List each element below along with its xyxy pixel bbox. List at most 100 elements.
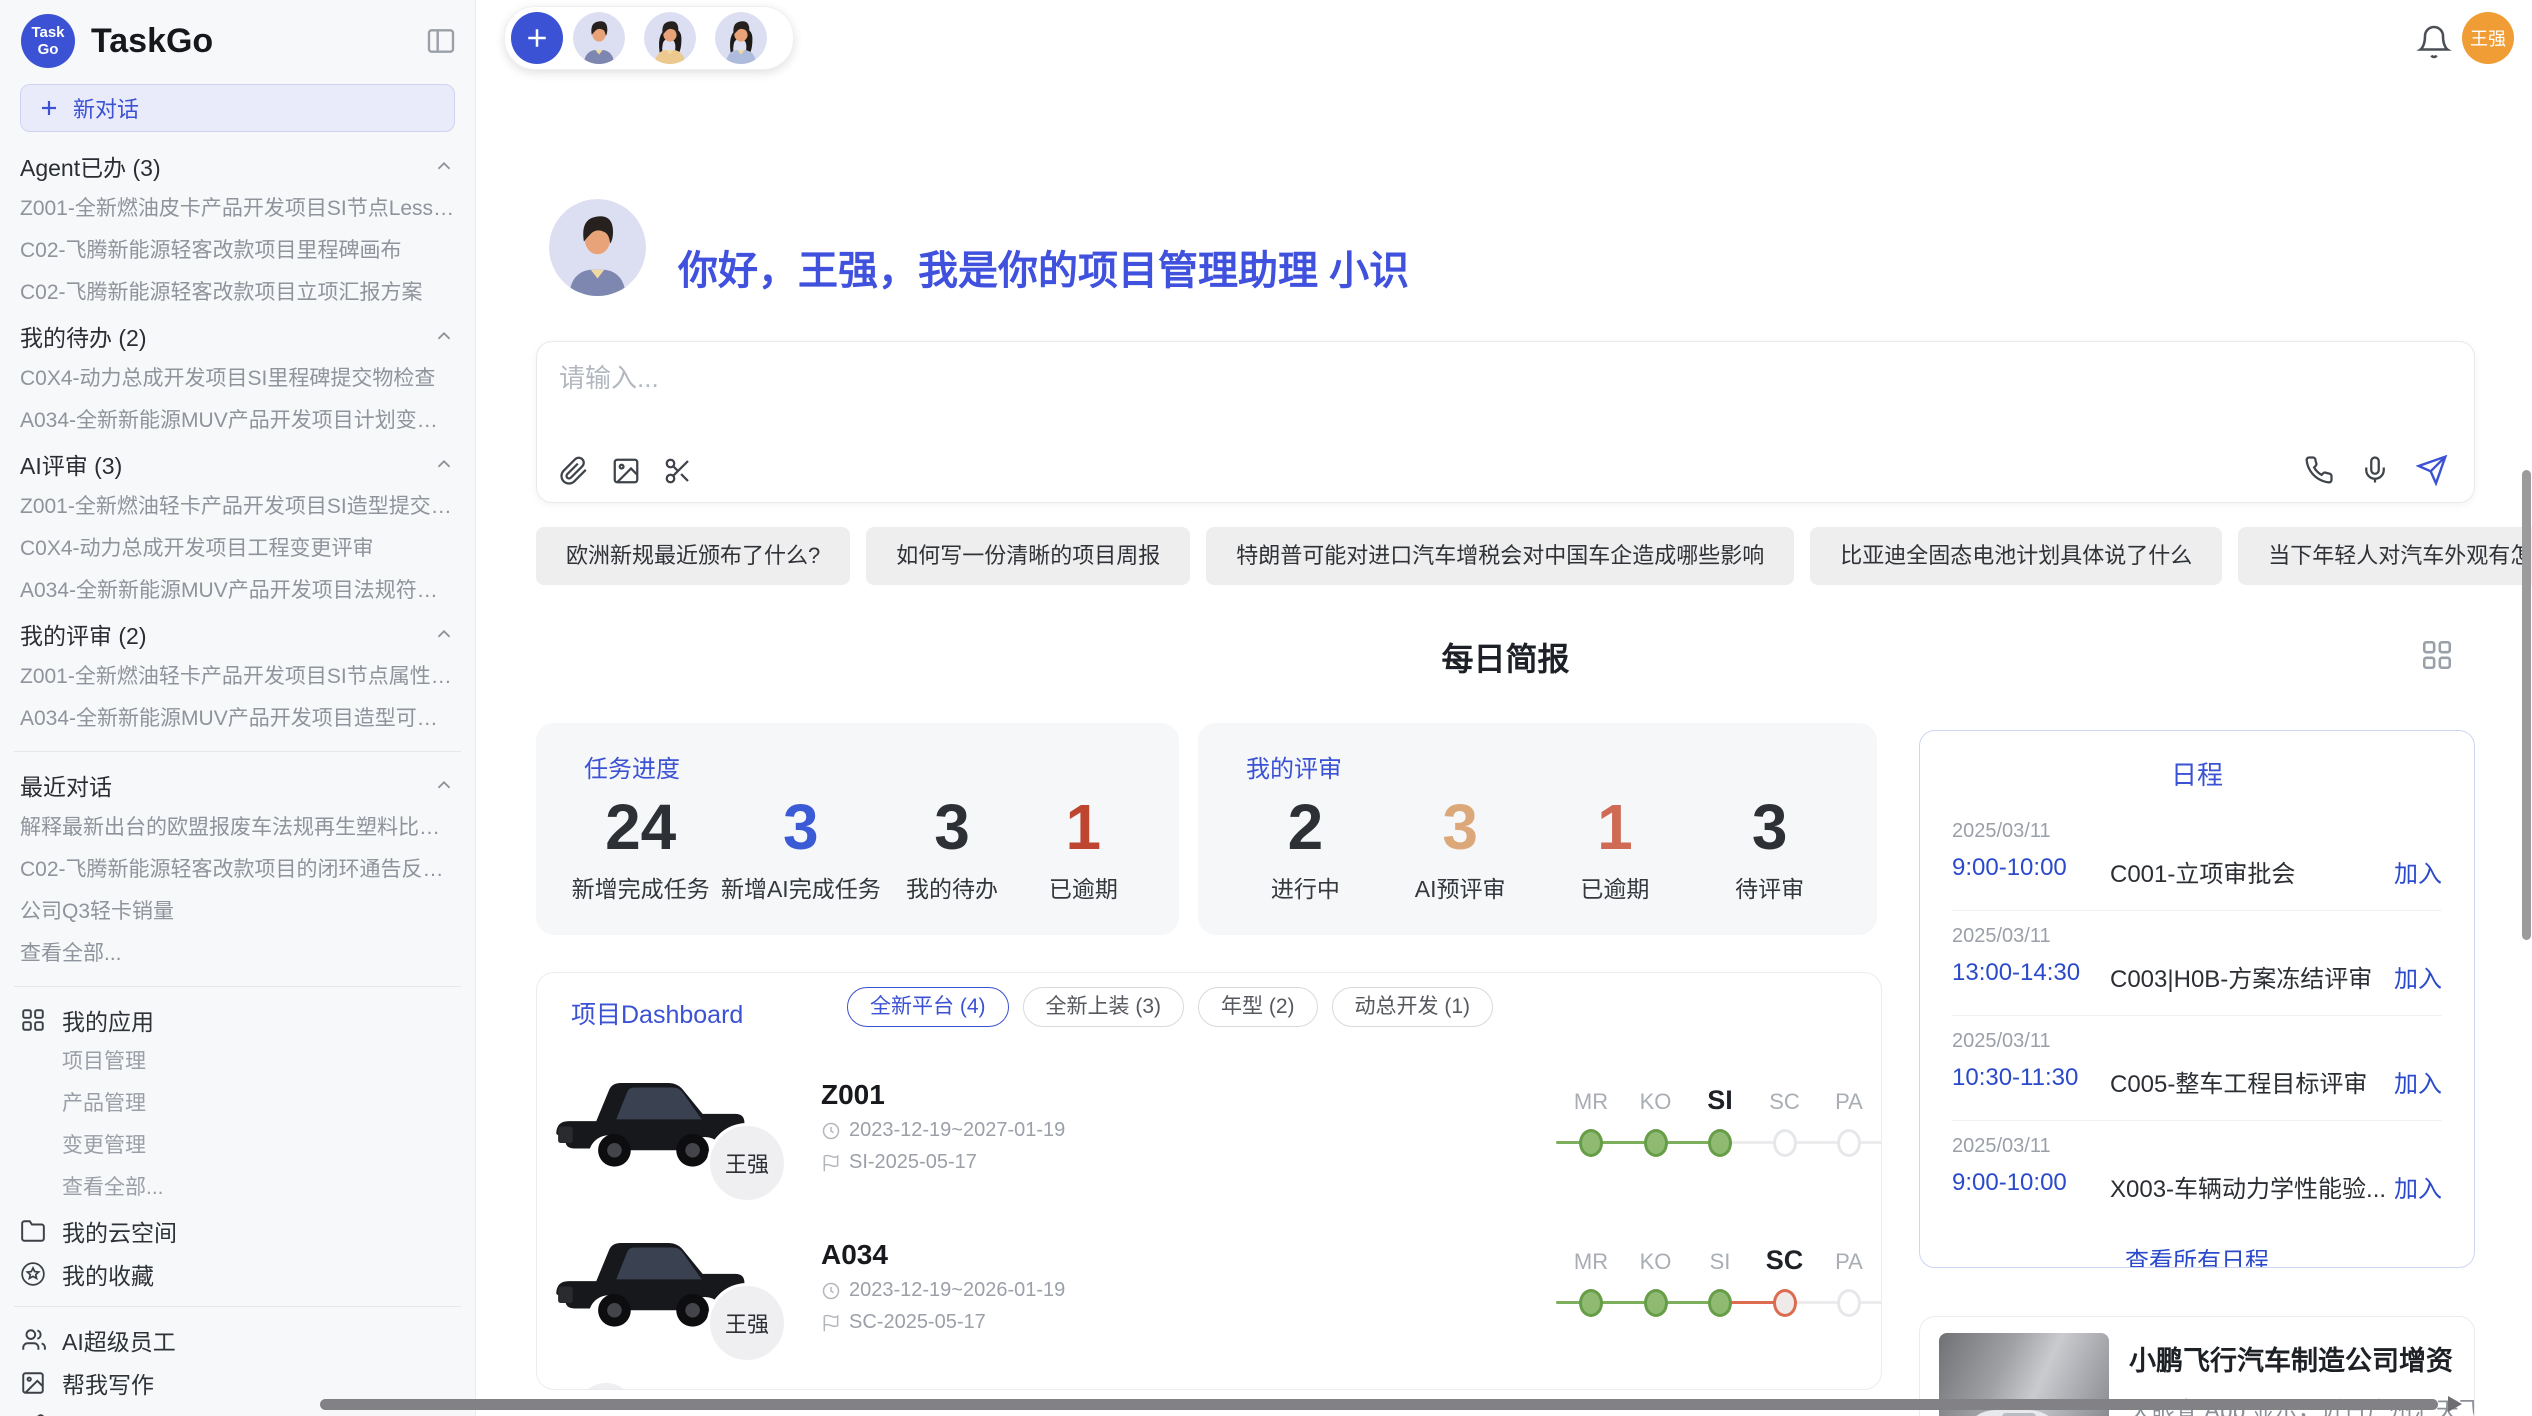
sidebar-item-label: 我的云空间 bbox=[62, 1214, 177, 1248]
sidebar-task-item[interactable]: C02-飞腾新能源轻客改款项目立项汇报方案 bbox=[20, 272, 455, 314]
sidebar-task-item[interactable]: C0X4-动力总成开发项目SI里程碑提交物检查 bbox=[20, 358, 455, 400]
recent-chat-item[interactable]: 解释最新出台的欧盟报废车法规再生塑料比例被调至15%... bbox=[20, 807, 455, 849]
section-title: 我的待办 (2) bbox=[20, 319, 147, 353]
join-meeting-link[interactable]: 加入 bbox=[2394, 854, 2442, 889]
logo-text-top: Task bbox=[31, 24, 64, 41]
horizontal-scrollbar[interactable] bbox=[320, 1399, 2438, 1410]
sidebar-section-header-recent[interactable]: 最近对话 bbox=[20, 763, 455, 807]
sidebar-section-header-0[interactable]: Agent已办 (3) bbox=[20, 144, 455, 188]
agent-avatar-1[interactable] bbox=[573, 12, 625, 64]
dashboard-tab-2[interactable]: 年型 (2) bbox=[1198, 987, 1318, 1027]
stat-进行中: 2进行中 bbox=[1245, 790, 1365, 904]
agent-avatar-3[interactable] bbox=[715, 12, 767, 64]
join-meeting-link[interactable]: 加入 bbox=[2394, 1064, 2442, 1099]
collapse-sidebar-icon[interactable] bbox=[425, 25, 457, 57]
layout-grid-icon[interactable] bbox=[2420, 638, 2454, 672]
milestone-label-PR: PR bbox=[1869, 1249, 1883, 1275]
sidebar-task-item[interactable]: A034-全新新能源MUV产品开发项目计划变更表编写 bbox=[20, 400, 455, 442]
sidebar-task-item[interactable]: A034-全新新能源MUV产品开发项目法规符合性评审 bbox=[20, 570, 455, 612]
notification-bell-icon[interactable] bbox=[2416, 24, 2452, 60]
stat-value: 1 bbox=[1555, 790, 1675, 864]
milestone-node-PA[interactable] bbox=[1837, 1129, 1861, 1157]
project-row-Z001: 王强Z0012023-12-19~2027-01-19SI-2025-05-17… bbox=[549, 1053, 1869, 1209]
suggestion-chip[interactable]: 欧洲新规最近颁布了什么? bbox=[536, 527, 850, 585]
suggestion-chip[interactable]: 特朗普可能对进口汽车增税会对中国车企造成哪些影响 bbox=[1206, 527, 1794, 585]
user-avatar[interactable]: 王强 bbox=[2462, 12, 2514, 64]
sidebar-item-cloud-folder[interactable]: 我的云空间 bbox=[20, 1209, 455, 1252]
suggestion-chip[interactable]: 比亚迪全固态电池计划具体说了什么 bbox=[1810, 527, 2222, 585]
milestone-node-SC[interactable] bbox=[1773, 1129, 1797, 1157]
agent-avatar-2[interactable] bbox=[644, 12, 696, 64]
chevron-up-icon bbox=[433, 453, 455, 475]
sidebar-item-star-badge[interactable]: 我的收藏 bbox=[20, 1252, 455, 1295]
section-title: 我的评审 (2) bbox=[20, 617, 147, 651]
microphone-icon[interactable] bbox=[2360, 455, 2390, 485]
app-shortcut-item[interactable]: 项目管理 bbox=[20, 1041, 455, 1083]
sidebar-section-header-1[interactable]: 我的待办 (2) bbox=[20, 314, 455, 358]
sidebar-item-label: 我的收藏 bbox=[62, 1257, 154, 1291]
sidebar-task-item[interactable]: Z001-全新燃油轻卡产品开发项目SI节点属性5D文件评审 bbox=[20, 656, 455, 698]
sidebar-task-item[interactable]: Z001-全新燃油轻卡产品开发项目SI造型提交物评审 bbox=[20, 486, 455, 528]
dashboard-tab-3[interactable]: 动总开发 (1) bbox=[1332, 987, 1494, 1027]
section-title: AI评审 (3) bbox=[20, 447, 122, 481]
milestone-node-KO[interactable] bbox=[1644, 1289, 1668, 1317]
view-all-schedule-link[interactable]: 查看所有日程 bbox=[1952, 1241, 2442, 1268]
send-icon[interactable] bbox=[2416, 454, 2448, 486]
recent-chat-item[interactable]: C02-飞腾新能源轻客改款项目的闭环通告反馈情况 bbox=[20, 849, 455, 891]
milestone-label-PR: PR bbox=[1869, 1089, 1883, 1115]
apps-view-all-link[interactable]: 查看全部... bbox=[20, 1167, 455, 1209]
assistant-avatar bbox=[549, 199, 646, 296]
stat-新增AI完成任务: 3新增AI完成任务 bbox=[721, 790, 881, 904]
suggestion-chips: 欧洲新规最近颁布了什么? 如何写一份清晰的项目周报特朗普可能对进口汽车增税会对中国… bbox=[536, 527, 2532, 585]
sidebar-item-picture[interactable]: 帮我写作 bbox=[20, 1361, 455, 1404]
sidebar-task-item[interactable]: A034-全新新能源MUV产品开发项目造型可行性评审 bbox=[20, 698, 455, 740]
divider bbox=[14, 1306, 461, 1307]
milestone-node-PA[interactable] bbox=[1837, 1289, 1861, 1317]
sidebar-section-header-2[interactable]: AI评审 (3) bbox=[20, 442, 455, 486]
sidebar-item-label: 创意制图 bbox=[62, 1409, 154, 1416]
cloud-folder-icon bbox=[20, 1218, 46, 1244]
new-chat-button[interactable]: 新对话 bbox=[20, 84, 455, 132]
scroll-right-arrow[interactable] bbox=[2448, 1396, 2462, 1412]
sidebar-header: Task Go TaskGo bbox=[0, 0, 475, 76]
milestone-node-KO[interactable] bbox=[1644, 1129, 1668, 1157]
stat-row: 2进行中3AI预评审1已逾期3待评审 bbox=[1228, 790, 1847, 904]
recent-view-all-link[interactable]: 查看全部... bbox=[20, 933, 455, 975]
sidebar-item-my-apps[interactable]: 我的应用 bbox=[20, 998, 455, 1041]
chat-input[interactable] bbox=[557, 356, 2161, 424]
recent-chat-item[interactable]: 公司Q3轻卡销量 bbox=[20, 891, 455, 933]
milestone-node-SC[interactable] bbox=[1773, 1289, 1797, 1317]
paperclip-icon[interactable] bbox=[559, 456, 589, 486]
scissors-icon[interactable] bbox=[663, 456, 693, 486]
schedule-title: 日程 bbox=[1952, 755, 2442, 792]
suggestion-chip[interactable]: 如何写一份清晰的项目周报 bbox=[866, 527, 1190, 585]
schedule-date: 2025/03/11 bbox=[1952, 820, 2051, 843]
sidebar-task-item[interactable]: Z001-全新燃油皮卡产品开发项目SI节点Lesson Learn报告 bbox=[20, 188, 455, 230]
milestone-node-MR[interactable] bbox=[1579, 1129, 1603, 1157]
dashboard-tab-0[interactable]: 全新平台 (4) bbox=[847, 987, 1009, 1027]
star-badge-icon bbox=[20, 1261, 46, 1287]
picture-icon bbox=[20, 1370, 46, 1396]
phone-call-icon[interactable] bbox=[2304, 455, 2334, 485]
join-meeting-link[interactable]: 加入 bbox=[2394, 1169, 2442, 1204]
sidebar-section-header-3[interactable]: 我的评审 (2) bbox=[20, 612, 455, 656]
image-upload-icon[interactable] bbox=[611, 456, 641, 486]
milestone-node-SI[interactable] bbox=[1708, 1129, 1732, 1157]
suggestion-chip[interactable]: 当下年轻人对汽车外观有怎样的喜好趋势 bbox=[2238, 527, 2532, 585]
vertical-scrollbar[interactable] bbox=[2522, 470, 2531, 940]
schedule-item: 2025/03/119:00-10:00C001-立项审批会加入 bbox=[1952, 806, 2442, 911]
schedule-time: 13:00-14:30 bbox=[1952, 959, 2080, 987]
add-agent-button[interactable] bbox=[511, 12, 563, 64]
sidebar-task-item[interactable]: C02-飞腾新能源轻客改款项目里程碑画布 bbox=[20, 230, 455, 272]
schedule-date: 2025/03/11 bbox=[1952, 1135, 2051, 1158]
sidebar-task-item[interactable]: C0X4-动力总成开发项目工程变更评审 bbox=[20, 528, 455, 570]
sidebar-item-people[interactable]: AI超级员工 bbox=[20, 1318, 455, 1361]
milestone-node-SI[interactable] bbox=[1708, 1289, 1732, 1317]
join-meeting-link[interactable]: 加入 bbox=[2394, 959, 2442, 994]
dashboard-tab-1[interactable]: 全新上装 (3) bbox=[1023, 987, 1185, 1027]
date-range-text: 2023-12-19~2027-01-19 bbox=[849, 1119, 1065, 1142]
app-shortcut-item[interactable]: 产品管理 bbox=[20, 1083, 455, 1125]
stat-待评审: 3待评审 bbox=[1710, 790, 1830, 904]
app-shortcut-item[interactable]: 变更管理 bbox=[20, 1125, 455, 1167]
milestone-node-MR[interactable] bbox=[1579, 1289, 1603, 1317]
